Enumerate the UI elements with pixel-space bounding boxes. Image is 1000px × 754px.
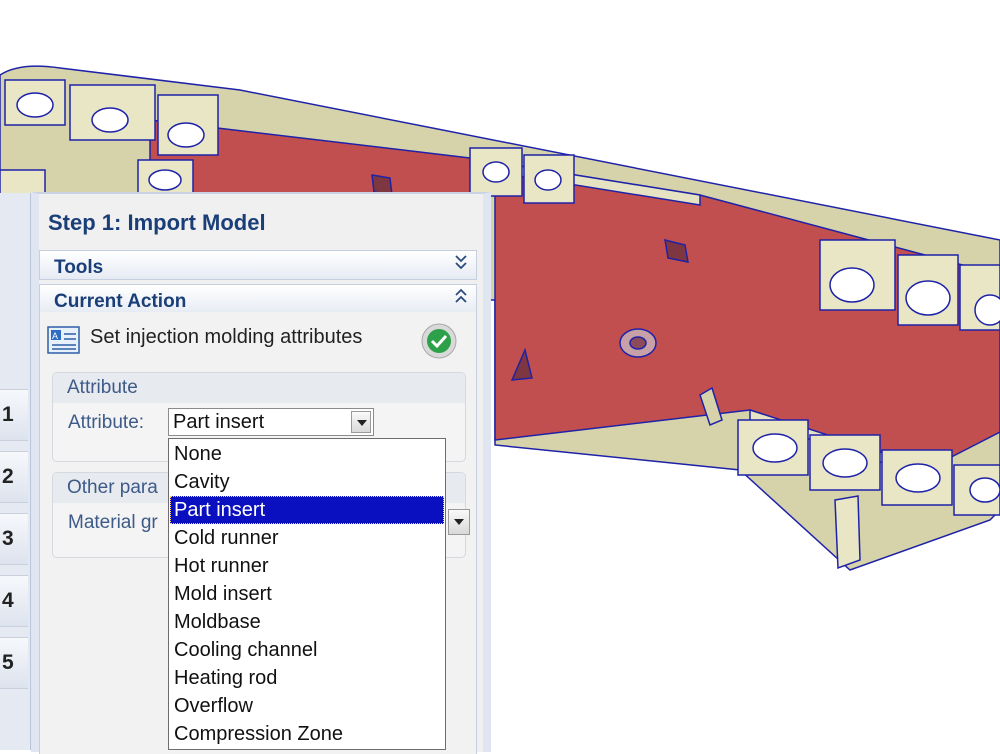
panel-title: Step 1: Import Model xyxy=(48,210,266,235)
step-2-button[interactable]: 2 xyxy=(0,451,28,503)
tools-section-header[interactable]: Tools xyxy=(39,250,477,280)
chevron-up-double-icon[interactable] xyxy=(454,287,468,309)
tools-label: Tools xyxy=(54,257,104,278)
dropdown-arrow-icon[interactable] xyxy=(351,411,371,433)
dropdown-option-overflow[interactable]: Overflow xyxy=(170,692,444,720)
dropdown-option-cavity[interactable]: Cavity xyxy=(170,468,444,496)
dropdown-option-hot-runner[interactable]: Hot runner xyxy=(170,552,444,580)
current-action-label: Current Action xyxy=(54,291,187,312)
step-4-button[interactable]: 4 xyxy=(0,575,28,627)
current-action-section-header[interactable]: Current Action xyxy=(39,284,477,314)
dropdown-option-none[interactable]: None xyxy=(170,440,444,468)
attribute-icon: A xyxy=(47,326,80,354)
dropdown-option-compression-zone[interactable]: Compression Zone xyxy=(170,720,444,748)
attribute-group-title: Attribute xyxy=(53,373,465,403)
dropdown-option-cooling-channel[interactable]: Cooling channel xyxy=(170,636,444,664)
step-3-button[interactable]: 3 xyxy=(0,513,28,565)
dropdown-option-moldbase[interactable]: Moldbase xyxy=(170,608,444,636)
material-grade-field-label: Material gr xyxy=(68,512,158,533)
dropdown-option-part-insert[interactable]: Part insert xyxy=(170,496,444,524)
dropdown-option-cold-runner[interactable]: Cold runner xyxy=(170,524,444,552)
svg-text:A: A xyxy=(52,331,58,341)
material-dropdown-arrow-icon[interactable] xyxy=(448,509,470,535)
attribute-dropdown-list[interactable]: None Cavity Part insert Cold runner Hot … xyxy=(168,438,446,750)
dropdown-option-heating-rod[interactable]: Heating rod xyxy=(170,664,444,692)
attribute-select[interactable]: Part insert xyxy=(168,408,374,436)
attribute-select-value: Part insert xyxy=(173,411,265,433)
step-navigation: 1 2 3 4 5 xyxy=(0,193,31,750)
step-5-button[interactable]: 5 xyxy=(0,637,28,689)
attribute-field-label: Attribute: xyxy=(68,412,145,433)
step-1-button[interactable]: 1 xyxy=(0,389,28,441)
check-icon[interactable] xyxy=(420,322,458,360)
chevron-down-double-icon[interactable] xyxy=(454,253,468,275)
dropdown-option-mold-insert[interactable]: Mold insert xyxy=(170,580,444,608)
current-action-text: Set injection molding attributes xyxy=(90,326,363,348)
